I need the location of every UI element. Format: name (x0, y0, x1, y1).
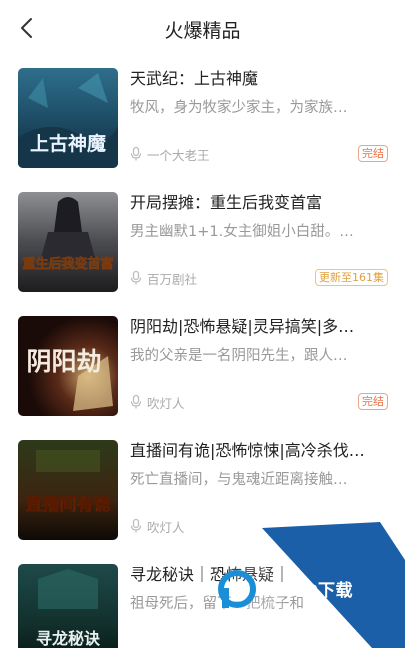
book-description: 死亡直播间，与鬼魂近距离接触… (130, 472, 348, 488)
book-info: 直播间有诡|恐怖惊悚|高冷杀伐… 死亡直播间，与鬼魂近距离接触… 吹灯人 (130, 440, 388, 540)
book-description: 男主幽默1+1.女主御姐小白甜。… (130, 224, 354, 240)
book-meta: 吹灯人 (130, 516, 388, 536)
book-info: 开局摆摊：重生后我变首富 男主幽默1+1.女主御姐小白甜。… 百万剧社 更新至1… (130, 192, 388, 292)
book-cover[interactable]: 上古神魔 (18, 68, 118, 168)
book-title: 直播间有诡|恐怖惊悚|高冷杀伐… (130, 441, 365, 460)
microphone-icon (130, 519, 142, 533)
list-item[interactable]: 上古神魔 天武纪：上古神魔 牧风，身为牧家少家主，为家族… 一个大老王 完结 (0, 56, 405, 180)
book-meta: 吹灯人 完结 (130, 392, 388, 412)
author-name: 吹灯人 (147, 520, 185, 535)
cover-title-text: 上古神魔 (30, 132, 107, 155)
list-item[interactable]: 重生后我变首富 开局摆摊：重生后我变首富 男主幽默1+1.女主御姐小白甜。… 百… (0, 180, 405, 304)
book-description: 我的父亲是一名阴阳先生，跟人… (130, 348, 348, 364)
microphone-icon (130, 395, 142, 409)
book-cover[interactable]: 直播间有诡 (18, 440, 118, 540)
page-title: 火爆精品 (164, 20, 241, 42)
book-cover[interactable]: 寻龙秘诀 (18, 564, 118, 648)
status-badge: 完结 (358, 393, 388, 410)
book-title: 阴阳劫|恐怖悬疑|灵异搞笑|多… (130, 317, 355, 336)
microphone-icon (130, 271, 142, 285)
book-title: 天武纪：上古神魔 (130, 69, 259, 88)
book-description: 牧风，身为牧家少家主，为家族… (130, 100, 348, 116)
book-info: 阴阳劫|恐怖悬疑|灵异搞笑|多… 我的父亲是一名阴阳先生，跟人… 吹灯人 完结 (130, 316, 388, 416)
book-description: 祖母死后，留下一把梳子和 (130, 596, 304, 612)
author-name: 一个大老王 (147, 148, 210, 163)
list-item[interactable]: 寻龙秘诀 寻龙秘诀｜恐怖悬疑｜ 祖母死后，留下一把梳子和 (0, 552, 405, 648)
book-title: 寻龙秘诀｜恐怖悬疑｜ (130, 565, 291, 584)
cover-title-text: 直播间有诡 (26, 494, 111, 515)
status-badge: 完结 (358, 145, 388, 162)
author-name: 吹灯人 (147, 396, 185, 411)
cover-title-text: 寻龙秘诀 (36, 629, 101, 648)
cover-title-text: 阴阳劫 (26, 347, 101, 376)
book-info: 天武纪：上古神魔 牧风，身为牧家少家主，为家族… 一个大老王 完结 (130, 68, 388, 168)
book-cover[interactable]: 重生后我变首富 (18, 192, 118, 292)
author-name: 百万剧社 (147, 272, 198, 287)
book-info: 寻龙秘诀｜恐怖悬疑｜ 祖母死后，留下一把梳子和 (130, 564, 388, 648)
microphone-icon (130, 147, 142, 161)
cover-title-text: 重生后我变首富 (22, 256, 113, 272)
status-badge: 更新至161集 (315, 269, 388, 286)
book-title: 开局摆摊：重生后我变首富 (130, 193, 323, 212)
book-meta: 百万剧社 更新至161集 (130, 268, 388, 288)
top-bar: 火爆精品 (0, 0, 405, 56)
list-item[interactable]: 直播间有诡 直播间有诡|恐怖惊悚|高冷杀伐… 死亡直播间，与鬼魂近距离接触… 吹… (0, 428, 405, 552)
book-cover[interactable]: 阴阳劫 (18, 316, 118, 416)
list-item[interactable]: 阴阳劫 阴阳劫|恐怖悬疑|灵异搞笑|多… 我的父亲是一名阴阳先生，跟人… 吹灯人… (0, 304, 405, 428)
book-meta: 一个大老王 完结 (130, 144, 388, 164)
